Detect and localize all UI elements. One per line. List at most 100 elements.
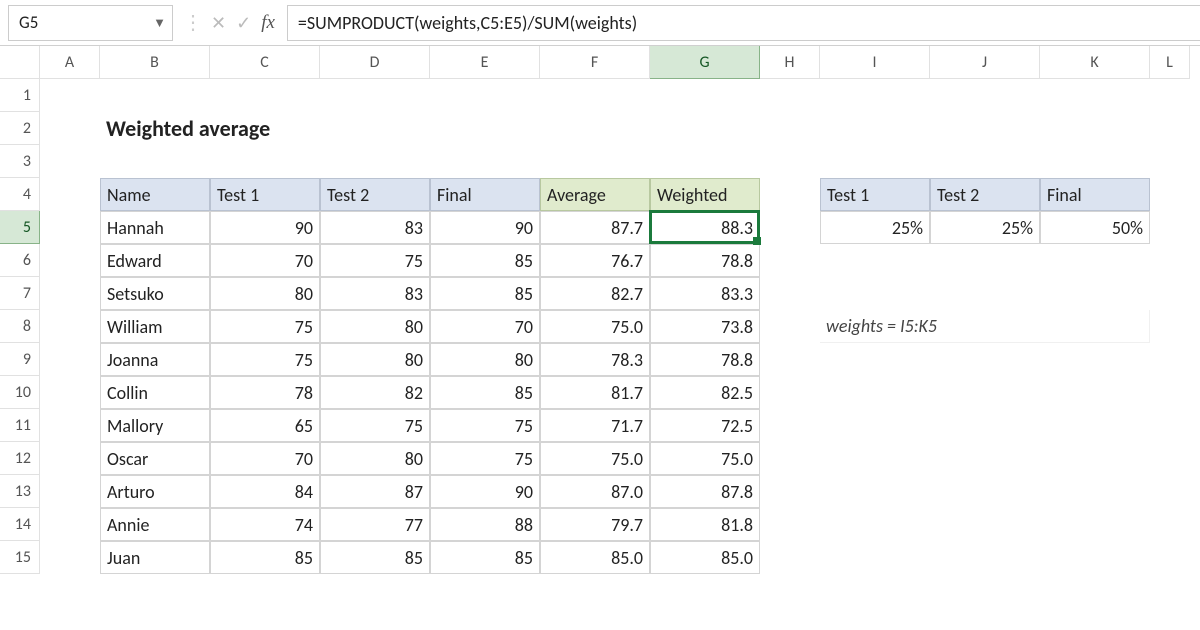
col-header-D[interactable]: D	[320, 46, 430, 79]
cancel-icon[interactable]: ✕	[211, 12, 226, 34]
table-row-name[interactable]: Edward	[100, 244, 210, 277]
table-row-value[interactable]: 75	[210, 343, 320, 376]
cell-A4[interactable]	[40, 178, 100, 211]
cell-I14[interactable]	[820, 508, 930, 541]
cell-I12[interactable]	[820, 442, 930, 475]
cell-G1[interactable]	[650, 79, 760, 112]
main-header-final[interactable]: Final	[430, 178, 540, 211]
table-row-value[interactable]: 83.3	[650, 277, 760, 310]
cell-H1[interactable]	[760, 79, 820, 112]
cell-I6[interactable]	[820, 244, 930, 277]
cell-H11[interactable]	[760, 409, 820, 442]
cell-L2[interactable]	[1150, 112, 1190, 145]
table-row-value[interactable]: 75	[320, 244, 430, 277]
table-row-value[interactable]: 80	[320, 310, 430, 343]
table-row-value[interactable]: 90	[430, 475, 540, 508]
cell-L11[interactable]	[1150, 409, 1190, 442]
cell-K14[interactable]	[1040, 508, 1150, 541]
main-header-test-2[interactable]: Test 2	[320, 178, 430, 211]
row-header-8[interactable]: 8	[0, 310, 40, 343]
cell-H9[interactable]	[760, 343, 820, 376]
row-header-14[interactable]: 14	[0, 508, 40, 541]
cell-J9[interactable]	[930, 343, 1040, 376]
table-row-value[interactable]: 80	[430, 343, 540, 376]
cell-A1[interactable]	[40, 79, 100, 112]
cell-K11[interactable]	[1040, 409, 1150, 442]
table-row-name[interactable]: Annie	[100, 508, 210, 541]
table-row-value[interactable]: 85.0	[540, 541, 650, 574]
cell-I15[interactable]	[820, 541, 930, 574]
table-row-value[interactable]: 70	[210, 244, 320, 277]
weights-value[interactable]: 25%	[820, 211, 930, 244]
row-header-3[interactable]: 3	[0, 145, 40, 178]
cell-I2[interactable]	[820, 112, 930, 145]
cell-C1[interactable]	[210, 79, 320, 112]
chevron-down-icon[interactable]: ▼	[153, 15, 166, 31]
table-row-name[interactable]: Setsuko	[100, 277, 210, 310]
table-row-value[interactable]: 80	[210, 277, 320, 310]
cell-H12[interactable]	[760, 442, 820, 475]
cell-C3[interactable]	[210, 145, 320, 178]
table-row-value[interactable]: 78	[210, 376, 320, 409]
table-row-value[interactable]: 90	[430, 211, 540, 244]
cell-A7[interactable]	[40, 277, 100, 310]
col-header-J[interactable]: J	[930, 46, 1040, 79]
table-row-value[interactable]: 81.8	[650, 508, 760, 541]
cell-B3[interactable]	[100, 145, 210, 178]
table-row-value[interactable]: 75.0	[540, 310, 650, 343]
row-header-15[interactable]: 15	[0, 541, 40, 574]
main-header-test-1[interactable]: Test 1	[210, 178, 320, 211]
cell-J2[interactable]	[930, 112, 1040, 145]
cell-H3[interactable]	[760, 145, 820, 178]
cell-J12[interactable]	[930, 442, 1040, 475]
cell-L9[interactable]	[1150, 343, 1190, 376]
cell-L14[interactable]	[1150, 508, 1190, 541]
cell-K9[interactable]	[1040, 343, 1150, 376]
table-row-value[interactable]: 88	[430, 508, 540, 541]
cell-F3[interactable]	[540, 145, 650, 178]
cell-K6[interactable]	[1040, 244, 1150, 277]
table-row-value[interactable]: 75	[430, 409, 540, 442]
table-row-name[interactable]: Arturo	[100, 475, 210, 508]
cell-L5[interactable]	[1150, 211, 1190, 244]
cell-J3[interactable]	[930, 145, 1040, 178]
table-row-value[interactable]: 90	[210, 211, 320, 244]
cell-L1[interactable]	[1150, 79, 1190, 112]
cell-A9[interactable]	[40, 343, 100, 376]
table-row-value[interactable]: 80	[320, 343, 430, 376]
cell-A14[interactable]	[40, 508, 100, 541]
cell-J15[interactable]	[930, 541, 1040, 574]
table-row-value[interactable]: 72.5	[650, 409, 760, 442]
table-row-value[interactable]: 84	[210, 475, 320, 508]
cell-L12[interactable]	[1150, 442, 1190, 475]
cell-J10[interactable]	[930, 376, 1040, 409]
cell-H8[interactable]	[760, 310, 820, 343]
row-header-11[interactable]: 11	[0, 409, 40, 442]
cell-A15[interactable]	[40, 541, 100, 574]
cell-I13[interactable]	[820, 475, 930, 508]
cell-L4[interactable]	[1150, 178, 1190, 211]
formula-input[interactable]: =SUMPRODUCT(weights,C5:E5)/SUM(weights)	[287, 5, 1200, 41]
cell-A13[interactable]	[40, 475, 100, 508]
table-row-value[interactable]: 77	[320, 508, 430, 541]
cell-B1[interactable]	[100, 79, 210, 112]
col-header-I[interactable]: I	[820, 46, 930, 79]
cell-A6[interactable]	[40, 244, 100, 277]
weights-header-test-1[interactable]: Test 1	[820, 178, 930, 211]
weights-value[interactable]: 50%	[1040, 211, 1150, 244]
table-row-value[interactable]: 70	[430, 310, 540, 343]
cell-K10[interactable]	[1040, 376, 1150, 409]
fx-icon[interactable]: fx	[261, 12, 275, 34]
cell-A10[interactable]	[40, 376, 100, 409]
col-header-K[interactable]: K	[1040, 46, 1150, 79]
table-row-value[interactable]: 88.3	[650, 211, 760, 244]
cell-J1[interactable]	[930, 79, 1040, 112]
col-header-A[interactable]: A	[40, 46, 100, 79]
cell-J14[interactable]	[930, 508, 1040, 541]
cell-A5[interactable]	[40, 211, 100, 244]
table-row-value[interactable]: 79.7	[540, 508, 650, 541]
table-row-value[interactable]: 74	[210, 508, 320, 541]
col-header-G[interactable]: G	[650, 46, 760, 79]
table-row-value[interactable]: 78.8	[650, 244, 760, 277]
col-header-F[interactable]: F	[540, 46, 650, 79]
